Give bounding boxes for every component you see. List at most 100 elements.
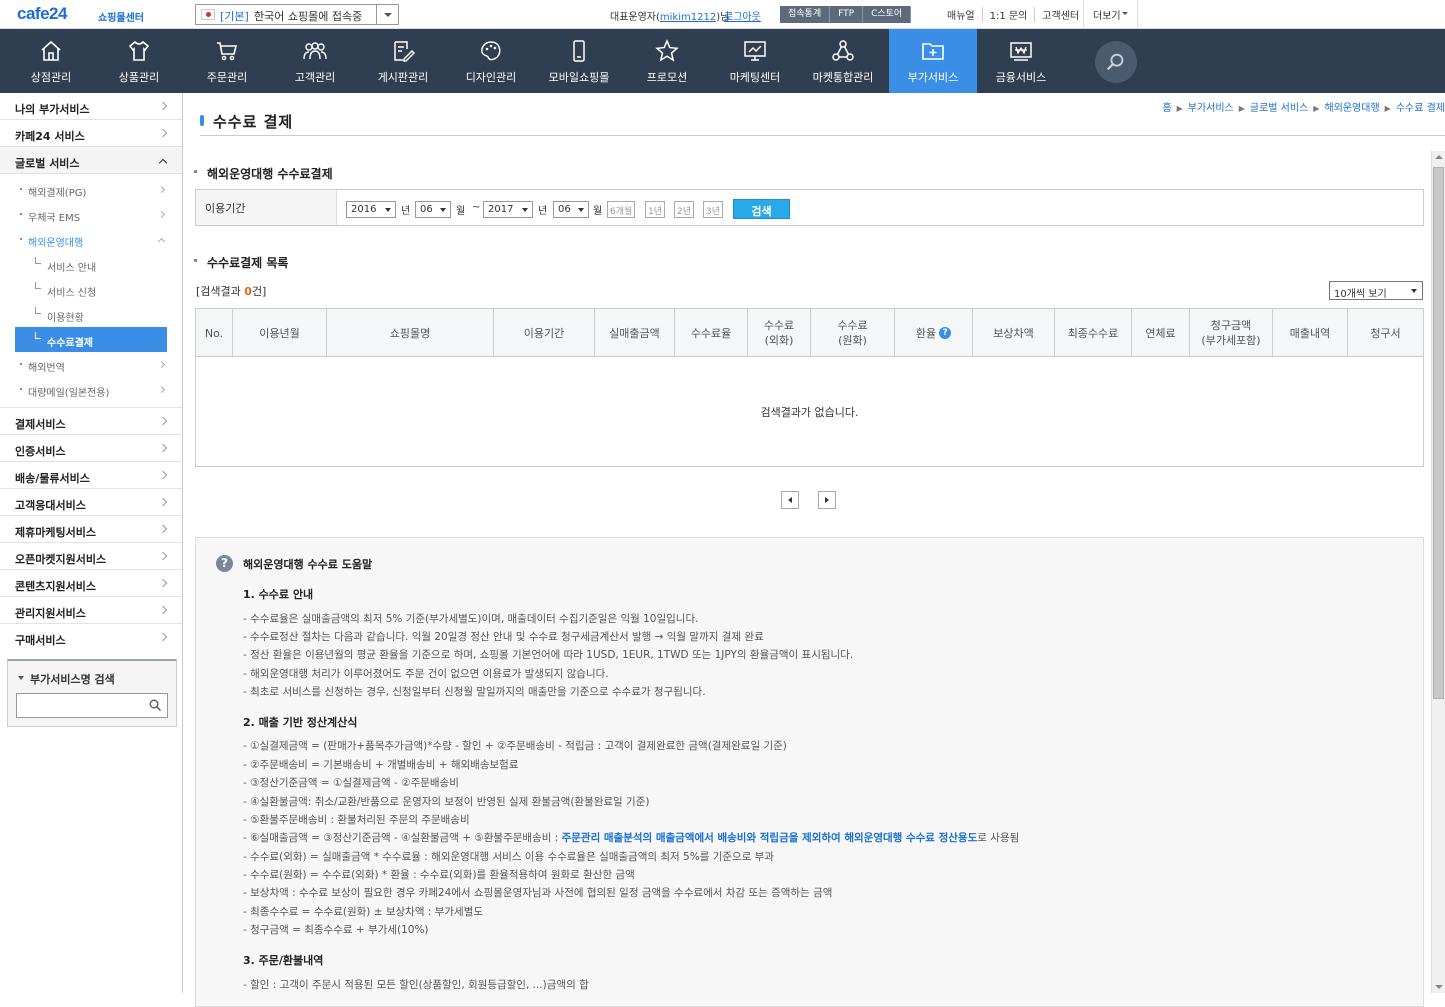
- lnb-global-services[interactable]: 글로벌 서비스: [0, 147, 182, 174]
- col-fee-foreign: 수수료 (외화): [748, 309, 811, 357]
- cart-icon: [217, 42, 238, 61]
- help-title: 해외운영대행 수수료 도움말: [243, 558, 373, 571]
- lnb-openmarket[interactable]: 오픈마켓지원서비스: [0, 543, 182, 570]
- scroll-area: 해외운영대행 수수료결제 이용기간 2016 년 06 월 ~ 2017 년 0…: [184, 151, 1445, 1007]
- help-line: - 할인 : 고객이 주문시 적용된 모든 할인(상품할인, 회원등급할인, .…: [243, 979, 589, 991]
- next-page-button[interactable]: [818, 491, 836, 509]
- to-month-select[interactable]: 06: [553, 201, 589, 218]
- addon-search-input[interactable]: [16, 693, 168, 718]
- chevron-down-icon[interactable]: [376, 5, 398, 24]
- col-sales: 실매출금액: [595, 309, 675, 357]
- top-links: 매뉴얼 1:1 문의 고객센터: [940, 7, 1086, 22]
- lnb-cs[interactable]: 고객응대서비스: [0, 489, 182, 516]
- gnb-marketing[interactable]: 마케팅센터: [711, 29, 799, 93]
- lnb-agency-usage[interactable]: 이용현황: [0, 302, 182, 327]
- customer-center-link[interactable]: 고객센터: [1034, 7, 1086, 22]
- page-size-select[interactable]: 10개씩 보기: [1329, 281, 1423, 300]
- gnb-design[interactable]: 디자인관리: [447, 29, 535, 93]
- scroll-thumb[interactable]: [1433, 167, 1444, 699]
- list-section-title: 수수료결제 목록: [193, 254, 288, 271]
- lnb-affiliate[interactable]: 제휴마케팅서비스: [0, 516, 182, 543]
- access-stats-button[interactable]: 접속통계: [780, 6, 831, 23]
- mall-selector[interactable]: [기본] 한국어 쇼핑몰에 접속중: [195, 4, 399, 25]
- from-month-select[interactable]: 06: [415, 201, 451, 218]
- chevron-right-icon: [158, 101, 168, 111]
- chevron-right-icon: [157, 210, 166, 219]
- from-year-select[interactable]: 2016: [346, 201, 396, 218]
- lnb-payment[interactable]: 결제서비스: [0, 408, 182, 435]
- page-title-bar: 수수료 결제: [200, 111, 1445, 136]
- gnb-order[interactable]: 주문관리: [183, 29, 271, 93]
- scrollbar[interactable]: [1431, 151, 1445, 993]
- empty-message: 검색결과가 없습니다.: [760, 406, 859, 419]
- question-icon: ?: [216, 555, 233, 572]
- lnb-global-pg[interactable]: 해외결제(PG): [0, 177, 182, 202]
- gnb-mobile[interactable]: 모바일쇼핑몰: [535, 29, 623, 93]
- search-icon[interactable]: [149, 699, 161, 711]
- cafe24-logo[interactable]: cafe24: [17, 4, 67, 24]
- more-menu[interactable]: 더보기: [1083, 0, 1138, 29]
- gnb-addon[interactable]: 부가서비스: [889, 29, 977, 93]
- search-button[interactable]: 검색: [733, 199, 790, 219]
- operator-id[interactable]: mikim1212: [660, 12, 716, 23]
- fee-table: No. 이용년월 쇼핑몰명 이용기간 실매출금액 수수료율 수수료 (외화) 수…: [195, 308, 1424, 467]
- help-s1-title: 1. 수수료 안내: [243, 588, 314, 601]
- shirt-icon: [128, 40, 150, 61]
- chevron-right-icon: [158, 470, 168, 480]
- lnb-management[interactable]: 관리지원서비스: [0, 597, 182, 624]
- chevron-right-icon: [158, 578, 168, 588]
- global-search-button[interactable]: [1095, 41, 1137, 83]
- col-no: No.: [196, 309, 233, 357]
- main-nav: 상점관리 상품관리 주문관리 고객관리 게시판관리 디자인관리 모바일쇼핑몰 프…: [0, 29, 1445, 93]
- result-count: [검색결과 0건]: [196, 285, 267, 298]
- chevron-right-icon: [157, 185, 166, 194]
- help-line: - ④실환불금액: 취소/교환/반품으로 운영자의 보정이 반영된 실제 환불금…: [243, 796, 650, 808]
- cstore-button[interactable]: C스토어: [863, 6, 912, 23]
- gnb-market[interactable]: 마켓통합관리: [799, 29, 887, 93]
- lnb-cafe24-services[interactable]: 카페24 서비스: [0, 120, 182, 147]
- network-icon: [832, 40, 854, 61]
- lnb-delivery[interactable]: 배송/물류서비스: [0, 462, 182, 489]
- period-6m-button[interactable]: 6개월: [607, 201, 636, 218]
- side-nav: 나의 부가서비스 카페24 서비스 글로벌 서비스 해외결제(PG) 우체국 E…: [0, 93, 183, 993]
- ftp-button[interactable]: FTP: [830, 6, 864, 23]
- period-1y-button[interactable]: 1년: [645, 201, 666, 218]
- gnb-board[interactable]: 게시판관리: [359, 29, 447, 93]
- logout-link[interactable]: 로그아웃: [724, 8, 761, 23]
- gnb-promotion[interactable]: 프로모션: [623, 29, 711, 93]
- lnb-agency-apply[interactable]: 서비스 신청: [0, 277, 182, 302]
- gnb-store[interactable]: 상점관리: [7, 29, 95, 93]
- search-icon: [1106, 53, 1124, 71]
- help-line: - 수수료정산 절차는 다음과 같습니다. 익월 20일경 정산 안내 및 수수…: [243, 631, 764, 643]
- to-year-select[interactable]: 2017: [483, 201, 533, 218]
- stat-buttons: 접속통계 FTP C스토어: [780, 6, 912, 23]
- lnb-auth[interactable]: 인증서비스: [0, 435, 182, 462]
- lnb-global-translation[interactable]: 해외번역: [0, 352, 182, 377]
- help-box: ? 해외운영대행 수수료 도움말 1. 수수료 안내 - 수수료율은 실매출금액…: [195, 537, 1424, 1007]
- period-3y-button[interactable]: 3년: [703, 201, 724, 218]
- lnb-agency-fee[interactable]: 수수료결제: [15, 327, 167, 352]
- scroll-up-icon[interactable]: [1435, 155, 1443, 159]
- col-month: 이용년월: [233, 309, 327, 357]
- page-title: 수수료 결제: [213, 113, 294, 131]
- lnb-purchase[interactable]: 구매서비스: [0, 624, 182, 651]
- manual-link[interactable]: 매뉴얼: [940, 7, 982, 22]
- prev-page-button[interactable]: [781, 491, 799, 509]
- period-2y-button[interactable]: 2년: [674, 201, 695, 218]
- lnb-agency-info[interactable]: 서비스 안내: [0, 252, 182, 277]
- scroll-down-icon[interactable]: [1435, 985, 1443, 989]
- caret-down-icon: [18, 676, 24, 680]
- lnb-my-addons[interactable]: 나의 부가서비스: [0, 93, 182, 120]
- chevron-right-icon: [158, 416, 168, 426]
- lnb-global-bulkmail[interactable]: 대량메일(일본전용): [0, 377, 182, 402]
- help-icon[interactable]: ?: [939, 327, 952, 339]
- lnb-global-agency[interactable]: 해외운영대행: [0, 227, 182, 252]
- col-invoice: 청구서: [1370, 326, 1401, 340]
- inquiry-link[interactable]: 1:1 문의: [981, 7, 1035, 22]
- lnb-global-ems[interactable]: 우체국 EMS: [0, 202, 182, 227]
- lnb-content[interactable]: 콘텐츠지원서비스: [0, 570, 182, 597]
- gnb-customer[interactable]: 고객관리: [271, 29, 359, 93]
- gnb-product[interactable]: 상품관리: [95, 29, 183, 93]
- gnb-finance[interactable]: 금융서비스: [977, 29, 1065, 93]
- mall-tag: [기본]: [220, 10, 249, 23]
